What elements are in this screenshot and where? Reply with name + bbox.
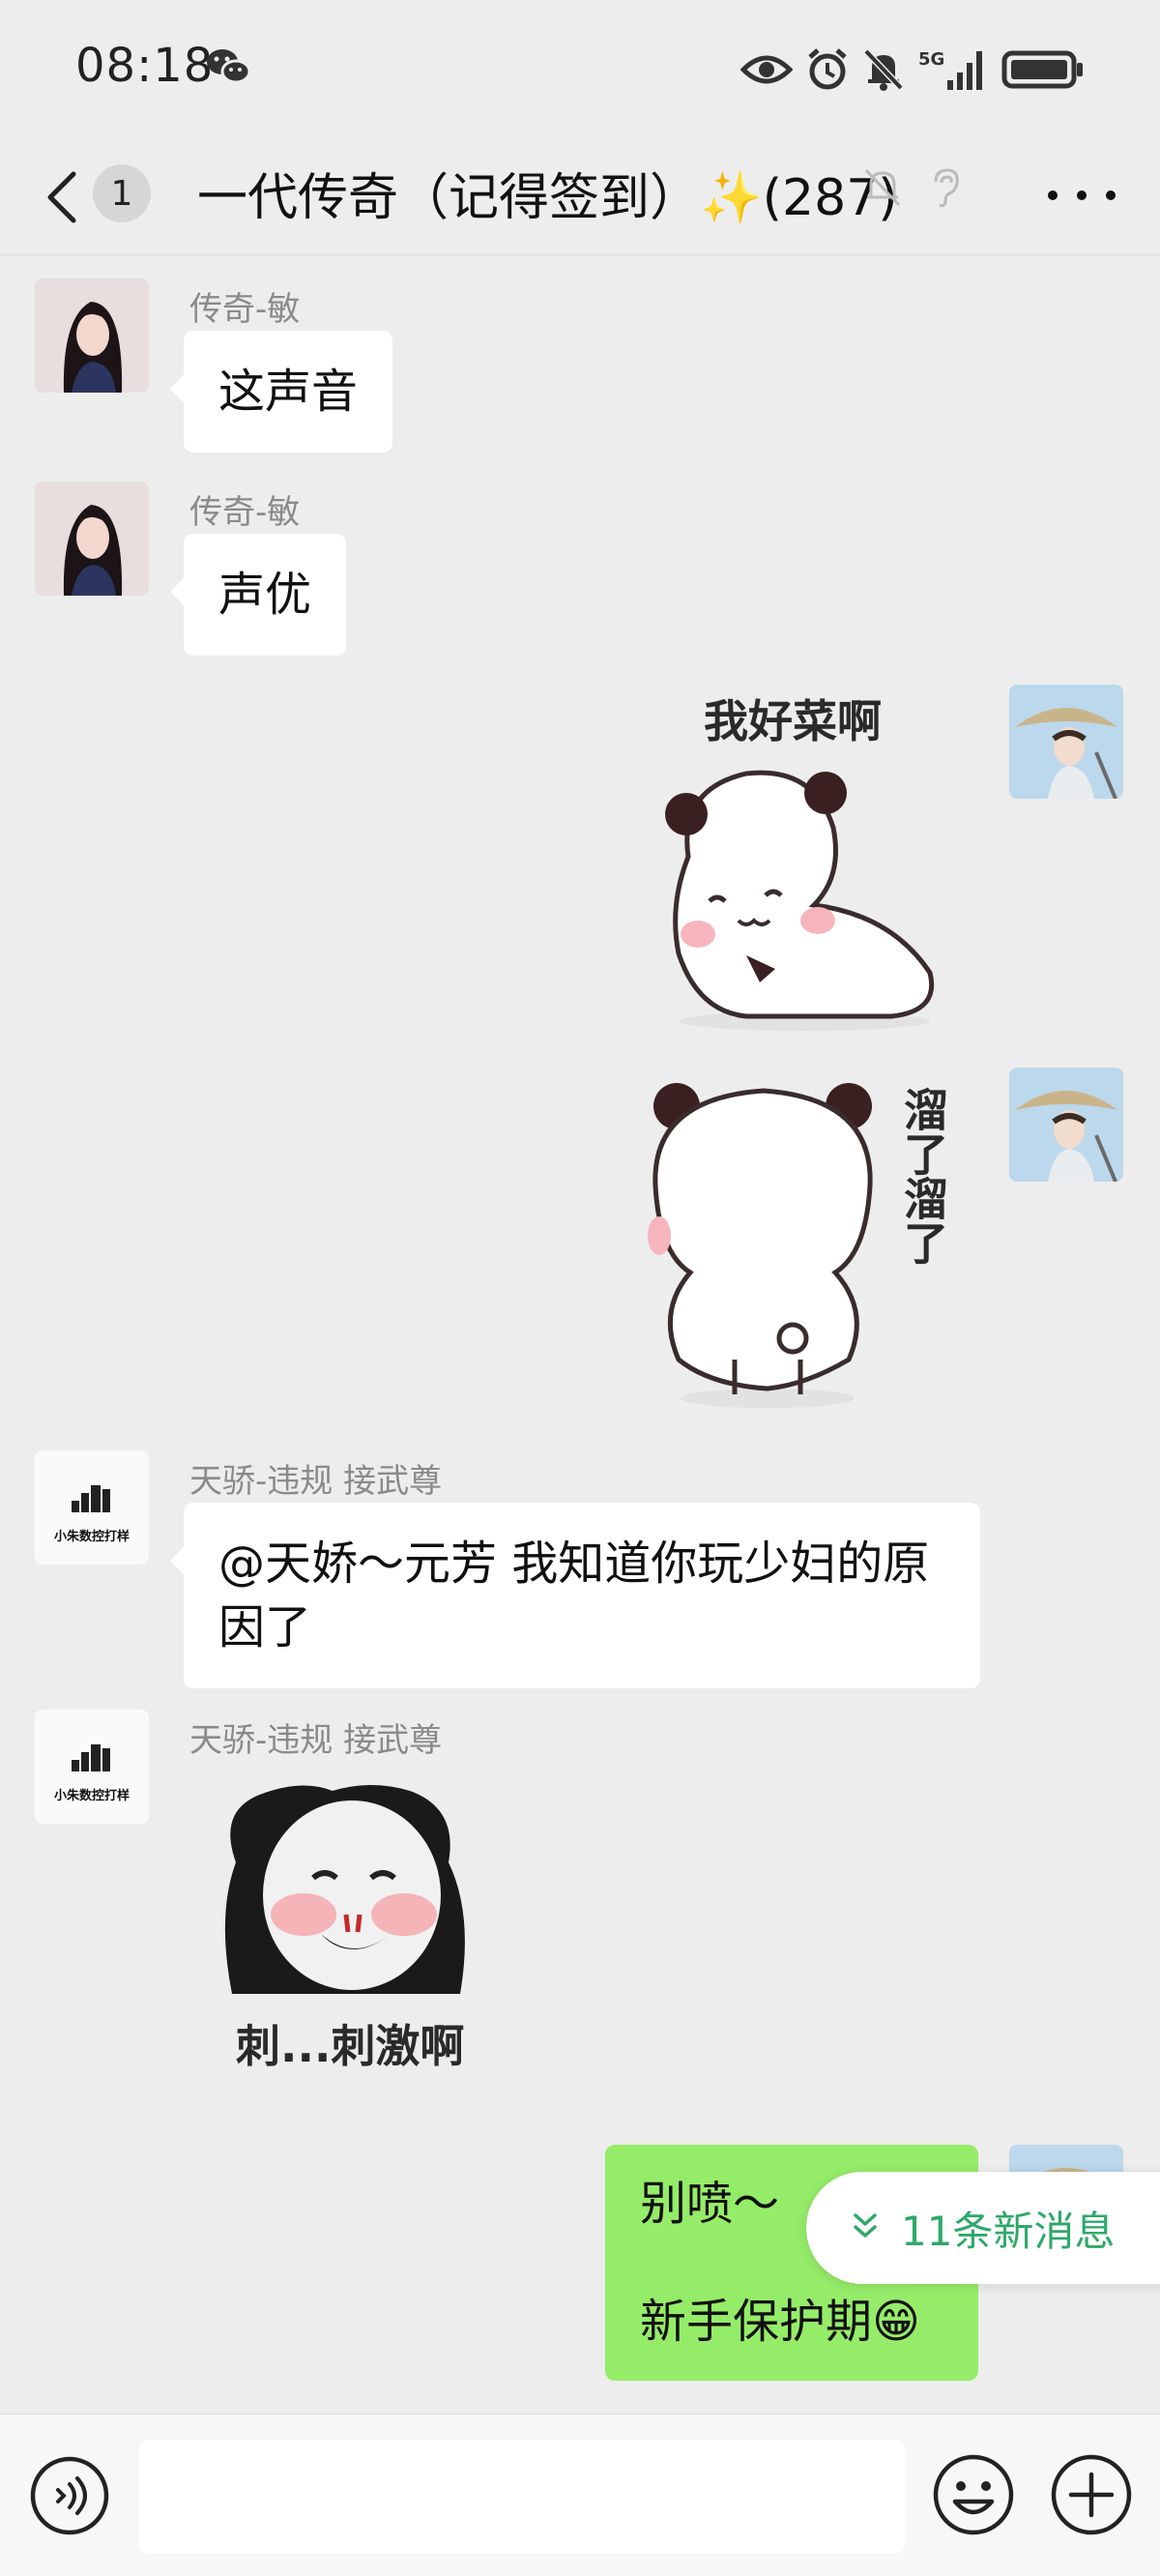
- status-time: 08:18: [75, 39, 215, 93]
- message-text: 新手保护期😁: [640, 2295, 921, 2349]
- sticker-panda-leaving[interactable]: 溜了溜了: [642, 1069, 971, 1418]
- sender-name: 天骄-违规 接武尊: [189, 1721, 443, 1760]
- message-bubble[interactable]: 这声音: [169, 331, 393, 453]
- input-bar: [0, 2414, 1160, 2576]
- status-bar: 08:18 5G: [0, 0, 1160, 135]
- unread-badge: 1: [93, 164, 151, 222]
- new-messages-label: 11条新消息: [901, 2207, 1116, 2255]
- avatar[interactable]: 小朱数控打样: [35, 1710, 149, 1824]
- voice-icon[interactable]: [29, 2455, 110, 2540]
- self-avatar[interactable]: [1009, 685, 1123, 799]
- sticker-text: 刺...刺激啊: [236, 2020, 465, 2072]
- network-label: 5G: [918, 49, 944, 70]
- message-bubble[interactable]: 声优: [169, 534, 347, 656]
- eye-icon: [740, 50, 793, 89]
- avatar[interactable]: [35, 278, 149, 393]
- avatar[interactable]: 小朱数控打样: [35, 1450, 149, 1565]
- sender-name: 传奇-敏: [189, 290, 301, 329]
- battery-icon: [1001, 50, 1085, 89]
- back-button[interactable]: 1: [43, 159, 159, 236]
- back-icon: [47, 171, 76, 223]
- alarm-icon: [806, 47, 849, 92]
- new-messages-button[interactable]: 11条新消息: [806, 2172, 1160, 2284]
- message-bubble[interactable]: @天娇～元芳 我知道你玩少妇的原因了: [170, 1503, 980, 1688]
- sender-name: 传奇-敏: [189, 493, 301, 532]
- sticker-panda-meme[interactable]: 刺...刺激啊: [207, 1770, 497, 2089]
- wechat-icon: [205, 44, 251, 87]
- signal-icon: 5G: [918, 47, 988, 92]
- avatar-label: 小朱数控打样: [53, 1789, 130, 1803]
- plus-icon[interactable]: [1050, 2453, 1133, 2540]
- sticker-panda-crawling[interactable]: 我好菜啊: [640, 683, 969, 1031]
- message-input[interactable]: [139, 2440, 905, 2554]
- emoji-icon[interactable]: [932, 2453, 1015, 2540]
- self-avatar[interactable]: [1009, 1068, 1123, 1182]
- chat-title: 一代传奇（记得签到）✨(287): [197, 169, 898, 227]
- avatar-label: 小朱数控打样: [53, 1530, 130, 1544]
- sticker-text: 溜了溜了: [897, 1087, 949, 1265]
- bell-off-icon: [862, 166, 903, 213]
- avatar[interactable]: [35, 482, 149, 596]
- message-text: 这声音: [218, 365, 359, 419]
- chevron-double-down-icon: [853, 2211, 878, 2244]
- title-status-icons: [862, 166, 963, 213]
- message-text: @天娇～元芳 我知道你玩少妇的原因了: [218, 1537, 930, 1654]
- ear-icon: [928, 166, 963, 213]
- chat-header: 1 一代传奇（记得签到）✨(287): [0, 135, 1160, 255]
- sender-name: 天骄-违规 接武尊: [189, 1462, 443, 1501]
- more-icon[interactable]: [1048, 176, 1116, 215]
- message-text: 声优: [218, 568, 312, 622]
- message-text: 别喷～: [640, 2177, 780, 2231]
- mute-icon: [862, 47, 905, 92]
